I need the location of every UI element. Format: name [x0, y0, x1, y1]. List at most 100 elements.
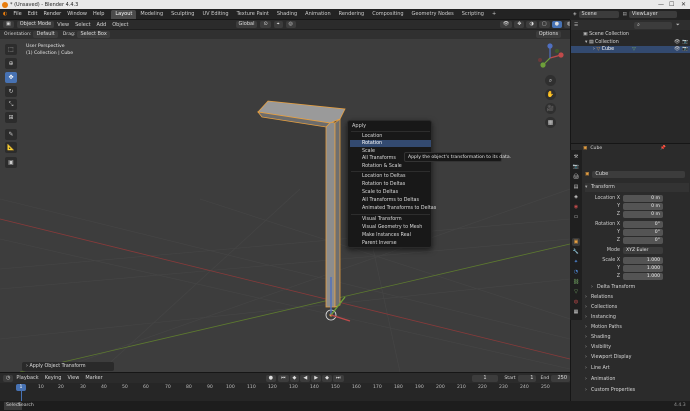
zoom-icon[interactable]: ⌕: [545, 75, 556, 86]
add-workspace-button[interactable]: +: [488, 10, 500, 19]
menu-item-all-transforms-to-deltas[interactable]: All Transforms to Deltas: [350, 197, 431, 204]
perspective-toggle-icon[interactable]: ▦: [545, 117, 556, 128]
record-icon[interactable]: ●: [265, 374, 277, 382]
visibility-icon[interactable]: 👁: [499, 21, 513, 28]
menu-render[interactable]: Render: [40, 9, 64, 20]
proportional-edit-icon[interactable]: ◎: [285, 21, 296, 28]
menu-playback[interactable]: Playback: [13, 373, 41, 384]
menu-item-visual-transform[interactable]: Visual Transform: [350, 216, 431, 223]
tab-animation[interactable]: Animation: [301, 10, 335, 19]
menu-item-scale-to-deltas[interactable]: Scale to Deltas: [350, 189, 431, 196]
material-tab-icon[interactable]: ◍: [572, 298, 580, 306]
physics-tab-icon[interactable]: ◔: [572, 268, 580, 276]
menu-item-rotation-scale[interactable]: Rotation & Scale: [350, 163, 431, 170]
current-frame-field[interactable]: 1: [471, 374, 499, 382]
next-keyframe-icon[interactable]: ◆: [322, 374, 332, 382]
location-y-field[interactable]: 0 m: [623, 203, 663, 210]
object-name-field[interactable]: Cube: [592, 170, 686, 178]
properties-editor[interactable]: [570, 143, 690, 401]
tab-geometry-nodes[interactable]: Geometry Nodes: [408, 10, 458, 19]
panel-viewport-display[interactable]: › Viewport Display: [585, 353, 689, 362]
render-tab-icon[interactable]: 📷: [572, 163, 580, 171]
minimize-icon[interactable]: —: [658, 1, 664, 8]
transform-panel-header[interactable]: ▾ Transform: [585, 183, 689, 192]
timeline-editor-icon[interactable]: ◷: [3, 374, 14, 382]
tool-select-box[interactable]: ⬚: [5, 44, 17, 55]
particles-tab-icon[interactable]: ✦: [572, 258, 580, 266]
tool-rotate[interactable]: ↻: [5, 86, 17, 97]
3d-viewport[interactable]: User Perspective (1) Collection | Cube ⬚…: [0, 39, 570, 372]
pan-icon[interactable]: ✋: [545, 89, 556, 100]
rotation-z-field[interactable]: 0°: [623, 237, 663, 244]
end-frame-field[interactable]: 250: [551, 374, 571, 382]
eye-icon[interactable]: 👁: [674, 39, 680, 46]
outliner-row-scene-collection[interactable]: ▣ Scene Collection: [571, 31, 690, 38]
panel-shading[interactable]: › Shading: [585, 333, 689, 342]
menu-object[interactable]: Object: [109, 20, 131, 30]
menu-item-make-instances-real[interactable]: Make Instances Real: [350, 232, 431, 239]
outliner-row-cube[interactable]: › ▽ Cube ▽ 👁 📷: [571, 46, 690, 53]
menu-window[interactable]: Window: [64, 9, 90, 20]
tool-tab-icon[interactable]: ⚒: [572, 153, 580, 161]
close-icon[interactable]: ✕: [681, 1, 686, 8]
scale-y-field[interactable]: 1.000: [623, 265, 663, 272]
panel-line-art[interactable]: › Line Art: [585, 364, 689, 373]
drag-select[interactable]: Select Box: [77, 31, 110, 38]
gizmo-icon[interactable]: ✥: [514, 21, 525, 28]
play-reverse-icon[interactable]: ◀: [300, 374, 311, 382]
tab-texture-paint[interactable]: Texture Paint: [233, 10, 273, 19]
tab-modeling[interactable]: Modeling: [136, 10, 167, 19]
outliner-search-icon[interactable]: ⌕: [634, 21, 673, 29]
scene-field[interactable]: Scene: [578, 11, 619, 18]
outliner-editor-icon[interactable]: ☰: [574, 23, 578, 28]
jump-end-icon[interactable]: ⏭: [332, 374, 344, 382]
menu-keying[interactable]: Keying: [42, 373, 65, 384]
data-tab-icon[interactable]: ▽: [572, 288, 580, 296]
tool-measure[interactable]: 📐: [5, 142, 17, 153]
scale-x-field[interactable]: 1.000: [623, 257, 663, 264]
orientation-select[interactable]: Default: [33, 31, 58, 38]
tab-sculpting[interactable]: Sculpting: [167, 10, 198, 19]
tool-move[interactable]: ✥: [5, 72, 17, 83]
eye-icon[interactable]: 👁: [674, 46, 680, 53]
tab-uv-editing[interactable]: UV Editing: [198, 10, 232, 19]
last-operator-panel[interactable]: › Apply Object Transform: [22, 362, 114, 371]
menu-item-rotation[interactable]: Rotation: [350, 140, 431, 148]
menu-item-location[interactable]: Location: [350, 133, 431, 140]
menu-item-animated-transforms-to-deltas[interactable]: Animated Transforms to Deltas: [350, 205, 436, 212]
tool-scale[interactable]: ⤡: [5, 99, 17, 110]
panel-motion-paths[interactable]: › Motion Paths: [585, 323, 689, 332]
rotation-mode-select[interactable]: XYZ Euler: [623, 247, 663, 254]
menu-add[interactable]: Add: [94, 20, 110, 30]
scene-tab-icon[interactable]: ◈: [572, 193, 580, 201]
filter-icon[interactable]: ⏷: [676, 22, 680, 28]
tab-compositing[interactable]: Compositing: [368, 10, 407, 19]
menu-file[interactable]: File: [10, 9, 24, 20]
jump-start-icon[interactable]: ⏮: [278, 374, 289, 382]
menu-help[interactable]: Help: [90, 9, 107, 20]
output-tab-icon[interactable]: 🖨: [572, 173, 580, 181]
rotation-x-field[interactable]: 0°: [623, 221, 663, 228]
rotation-y-field[interactable]: 0°: [623, 229, 663, 236]
tool-transform[interactable]: ⊞: [5, 112, 17, 123]
delta-transform-panel[interactable]: › Delta Transform: [591, 283, 689, 292]
menu-timeline-view[interactable]: View: [64, 373, 82, 384]
menu-item-location-to-deltas[interactable]: Location to Deltas: [350, 173, 431, 180]
texture-tab-icon[interactable]: ▦: [572, 308, 580, 316]
menu-item-visual-geometry-to-mesh[interactable]: Visual Geometry to Mesh: [350, 224, 431, 231]
menu-select[interactable]: Select: [72, 20, 93, 30]
menu-item-parent-inverse[interactable]: Parent Inverse: [350, 240, 431, 247]
outliner[interactable]: ☰ ⌕ ⏷ ▣ Scene Collection ▾ ▤ Collection …: [570, 20, 690, 143]
tool-cursor[interactable]: ⊕: [5, 58, 17, 69]
tab-rendering[interactable]: Rendering: [335, 10, 369, 19]
viewlayer-field[interactable]: ViewLayer: [628, 11, 677, 18]
shading-solid-icon[interactable]: ●: [551, 21, 562, 28]
world-tab-icon[interactable]: ◉: [572, 203, 580, 211]
prev-keyframe-icon[interactable]: ◆: [289, 374, 300, 382]
panel-relations[interactable]: › Relations: [585, 293, 689, 302]
blender-menu-icon[interactable]: ◐: [0, 9, 10, 20]
menu-view[interactable]: View: [54, 20, 72, 30]
location-z-field[interactable]: 0 m: [623, 211, 663, 218]
mode-select[interactable]: Object Mode: [16, 21, 55, 28]
collection-tab-icon[interactable]: ▭: [572, 213, 580, 221]
